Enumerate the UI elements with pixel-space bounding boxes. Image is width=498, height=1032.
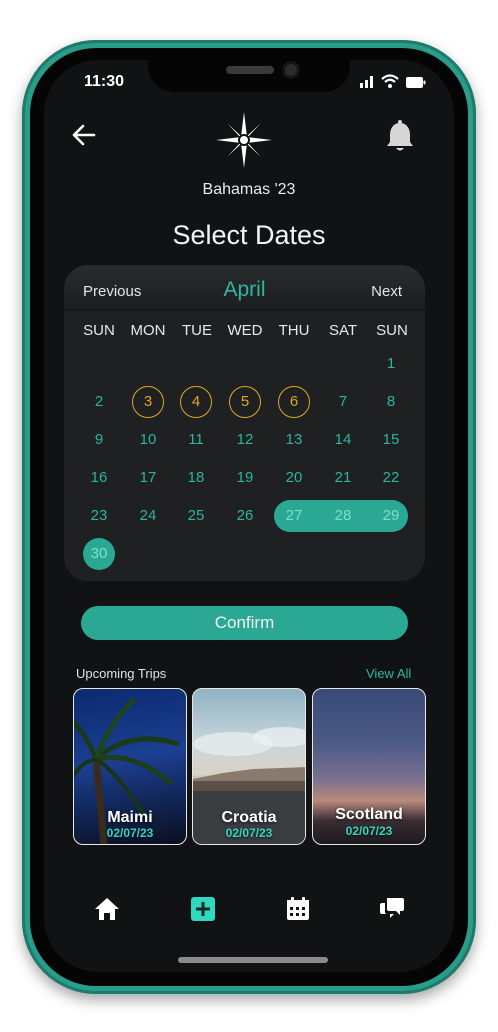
status-icons (360, 74, 426, 88)
bell-icon[interactable] (384, 120, 416, 154)
notch (148, 60, 350, 92)
calendar-day[interactable]: 20 (276, 463, 312, 493)
calendar-day[interactable]: 21 (325, 463, 361, 493)
speaker (226, 66, 274, 74)
calendar-day[interactable]: 15 (373, 425, 409, 455)
signal-icon (360, 76, 373, 88)
calendar-day-circled[interactable]: 5 (229, 386, 261, 418)
trip-card-croatia[interactable]: Croatia 02/07/23 (192, 688, 306, 845)
calendar-day[interactable]: 14 (325, 425, 361, 455)
upcoming-trips-heading: Upcoming Trips (76, 666, 167, 681)
compass-logo-icon (216, 112, 272, 168)
calendar-day-circled[interactable]: 6 (278, 386, 310, 418)
next-month-button[interactable]: Next (371, 283, 402, 300)
calendar-day[interactable]: 24 (130, 501, 166, 531)
status-time: 11:30 (84, 73, 125, 90)
calendar-day[interactable]: 13 (276, 425, 312, 455)
calendar-day[interactable]: 9 (81, 425, 117, 455)
trip-card-title: Croatia (221, 809, 277, 826)
trip-card-date: 02/07/23 (225, 826, 273, 840)
add-icon[interactable] (190, 896, 216, 922)
calendar-card: Previous April Next (64, 265, 425, 581)
calendar-day[interactable]: 23 (81, 501, 117, 531)
home-indicator[interactable] (178, 957, 328, 963)
page-title: Select Dates (172, 220, 326, 250)
back-arrow-icon[interactable] (70, 122, 98, 148)
calendar-day[interactable]: 12 (227, 425, 263, 455)
trip-card-title: Scotland (335, 806, 403, 823)
trip-card-date: 02/07/23 (345, 824, 393, 838)
calendar-day[interactable]: 1 (373, 349, 409, 379)
weekday-label: MON (130, 322, 166, 339)
confirm-button[interactable]: Confirm (81, 606, 408, 640)
calendar-day[interactable]: 7 (325, 387, 361, 417)
trip-card-date: 02/07/23 (106, 826, 154, 840)
chat-icon[interactable] (379, 896, 405, 922)
calendar-day[interactable]: 22 (373, 463, 409, 493)
weekday-label: SUN (83, 322, 115, 339)
calendar-day-selected[interactable]: 28 (325, 501, 361, 531)
calendar-day[interactable]: 18 (178, 463, 214, 493)
calendar-day-circled[interactable]: 3 (132, 386, 164, 418)
calendar-day[interactable]: 26 (227, 501, 263, 531)
trip-card-miami[interactable]: Maimi 02/07/23 (73, 688, 187, 845)
calendar-day[interactable]: 8 (373, 387, 409, 417)
weekday-label: SAT (328, 322, 358, 339)
calendar-day[interactable]: 19 (227, 463, 263, 493)
weekday-label: TUE (182, 322, 212, 339)
calendar-day[interactable]: 17 (130, 463, 166, 493)
calendar-day[interactable]: 25 (178, 501, 214, 531)
calendar-day-circled[interactable]: 4 (180, 386, 212, 418)
weekday-label: THU (278, 322, 310, 339)
front-camera (282, 61, 300, 79)
calendar-day[interactable]: 16 (81, 463, 117, 493)
home-icon[interactable] (94, 896, 120, 922)
trip-card-scotland[interactable]: Scotland 02/07/23 (312, 688, 426, 845)
calendar-day-selected[interactable]: 27 (276, 501, 312, 531)
trip-card-title: Maimi (107, 809, 153, 826)
wifi-icon (381, 74, 399, 88)
battery-icon (406, 77, 426, 88)
calendar-day[interactable]: 11 (178, 425, 214, 455)
weekday-label: WED (227, 322, 263, 339)
calendar-day-selected[interactable]: 29 (373, 501, 409, 531)
calendar-day[interactable]: 2 (81, 387, 117, 417)
trip-name: Bahamas '23 (202, 181, 296, 198)
calendar-day[interactable]: 10 (130, 425, 166, 455)
weekday-label: SUN (376, 322, 408, 339)
view-all-link[interactable]: View All (366, 666, 411, 681)
calendar-icon[interactable] (285, 896, 311, 922)
calendar-day-selected[interactable]: 30 (83, 538, 115, 570)
calendar-header: Previous April Next (64, 265, 425, 311)
